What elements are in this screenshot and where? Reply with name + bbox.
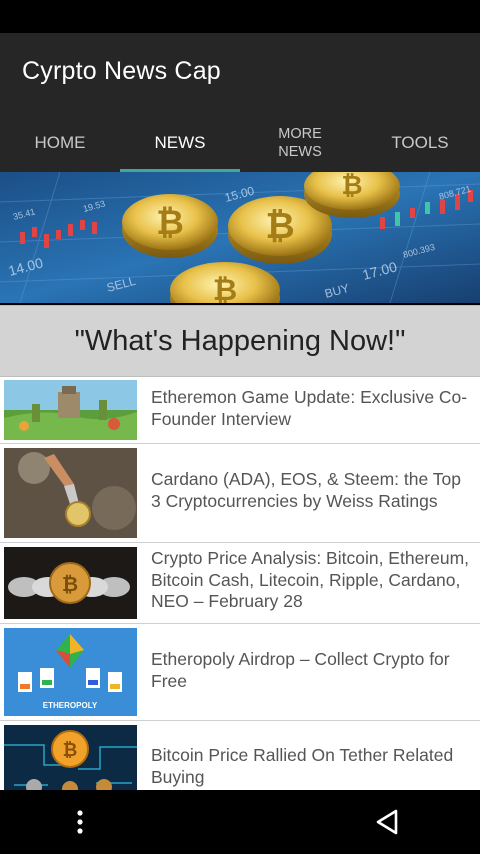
news-thumbnail (4, 448, 137, 538)
news-title: Bitcoin Price Rallied On Tether Related … (151, 745, 454, 787)
news-title: Etheremon Game Update: Exclusive Co-Foun… (151, 387, 468, 429)
svg-text:₿: ₿ (341, 172, 362, 200)
back-icon[interactable] (372, 806, 404, 838)
news-title: Etheropoly Airdrop – Collect Crypto for … (151, 649, 450, 691)
tab-home[interactable]: HOME (0, 113, 120, 172)
news-item[interactable]: ETHEROPOLY Etheropoly Airdrop – Collect … (0, 624, 480, 721)
app-bar: Cyrpto News Cap (0, 33, 480, 113)
news-list: Etheremon Game Update: Exclusive Co-Foun… (0, 377, 480, 790)
svg-text:₿: ₿ (62, 574, 78, 596)
news-item[interactable]: Cardano (ADA), EOS, & Steem: the Top 3 C… (0, 444, 480, 543)
more-vert-icon[interactable] (64, 806, 96, 838)
navigation-bar (0, 790, 480, 854)
news-thumbnail: ₿ (4, 725, 137, 790)
svg-text:₿: ₿ (265, 205, 294, 246)
tab-more-news[interactable]: MORE NEWS (240, 113, 360, 172)
banner-image: 808.721 14.00 17.00 800.393 15.00 SELL B… (0, 172, 480, 303)
status-bar (0, 0, 480, 33)
bitcoin-coins-illustration: 808.721 14.00 17.00 800.393 15.00 SELL B… (0, 172, 480, 303)
news-title: Cardano (ADA), EOS, & Steem: the Top 3 C… (151, 469, 461, 511)
svg-text:₿: ₿ (213, 274, 237, 303)
news-item[interactable]: ₿ Crypto Price Analysis: Bitcoin, Ethere… (0, 543, 480, 624)
etheropoly-logo-text: ETHEROPOLY (43, 701, 98, 710)
tab-bar: HOME NEWS MORE NEWS TOOLS (0, 113, 480, 172)
tab-news[interactable]: NEWS (120, 113, 240, 172)
news-item[interactable]: ₿ Bitcoin Price Rallied On Tether Relate… (0, 721, 480, 790)
svg-text:₿: ₿ (156, 204, 184, 242)
app-title: Cyrpto News Cap (22, 57, 221, 85)
section-headline: "What's Happening Now!" (0, 305, 480, 377)
news-item[interactable]: Etheremon Game Update: Exclusive Co-Foun… (0, 377, 480, 444)
svg-text:₿: ₿ (63, 740, 78, 760)
news-thumbnail: ₿ (4, 547, 137, 619)
news-thumbnail (4, 380, 137, 440)
news-title: Crypto Price Analysis: Bitcoin, Ethereum… (151, 548, 470, 611)
tab-tools[interactable]: TOOLS (360, 113, 480, 172)
news-thumbnail: ETHEROPOLY (4, 628, 137, 716)
